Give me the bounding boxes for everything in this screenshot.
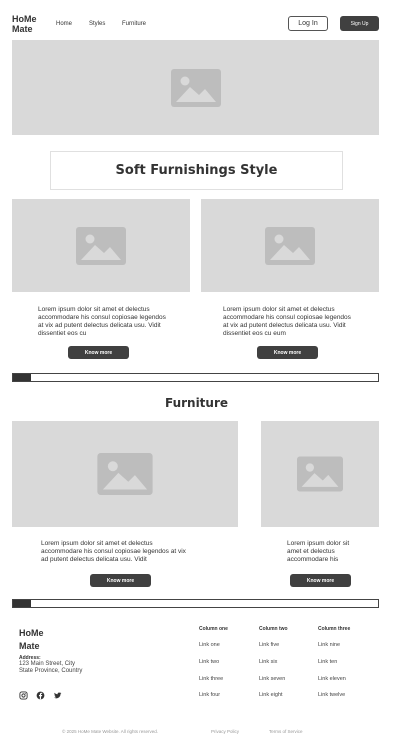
nav-home[interactable]: Home xyxy=(56,21,72,27)
furniture-card-2-image xyxy=(261,421,379,527)
login-button[interactable]: Log In xyxy=(288,16,328,31)
footer-link[interactable]: Link eleven xyxy=(318,676,346,682)
footer-link[interactable]: Link ten xyxy=(318,659,337,665)
footer-link[interactable]: Link twelve xyxy=(318,692,345,698)
furniture-card-2-know-more-button[interactable]: Know more xyxy=(290,574,351,587)
footer-logo-line-1: HoMe xyxy=(19,628,44,638)
footer-link[interactable]: Link eight xyxy=(259,692,283,698)
footer-link[interactable]: Link seven xyxy=(259,676,285,682)
soft-section-title: Soft Furnishings Style xyxy=(115,163,278,178)
image-placeholder-icon xyxy=(265,226,315,265)
soft-card-2-know-more-button[interactable]: Know more xyxy=(257,346,318,359)
scrollbar-thumb[interactable] xyxy=(13,600,31,607)
twitter-icon[interactable] xyxy=(53,691,62,700)
hero-image xyxy=(12,40,379,135)
terms-of-service-link[interactable]: Terms of Service xyxy=(269,729,303,734)
footer-logo-line-2: Mate xyxy=(19,641,40,651)
image-placeholder-icon xyxy=(97,453,153,495)
footer-link[interactable]: Link six xyxy=(259,659,277,665)
image-placeholder-icon xyxy=(76,226,126,265)
footer-address-line-2: State Province, Country xyxy=(19,668,83,674)
soft-card-1-image xyxy=(12,199,190,292)
furniture-card-1-image xyxy=(12,421,238,527)
furniture-card-1-text: Lorem ipsum dolor sit amet et delectus a… xyxy=(41,540,186,563)
furniture-section-title: Furniture xyxy=(164,396,229,410)
nav-styles[interactable]: Styles xyxy=(89,21,105,27)
footer-column-three-title: Column three xyxy=(318,626,351,632)
privacy-policy-link[interactable]: Privacy Policy xyxy=(211,729,239,734)
soft-card-2-text: Lorem ipsum dolor sit amet et delectus a… xyxy=(223,306,351,337)
footer-column-two-title: Column two xyxy=(259,626,288,632)
footer-column-one-title: Column one xyxy=(199,626,228,632)
soft-section-scrollbar[interactable] xyxy=(12,373,379,382)
soft-card-1-know-more-button[interactable]: Know more xyxy=(68,346,129,359)
footer-address-line-1: 123 Main Street, City xyxy=(19,661,76,667)
footer-logo[interactable]: HoMe Mate xyxy=(19,627,44,653)
signup-button[interactable]: Sign Up xyxy=(340,16,379,31)
footer-link[interactable]: Link three xyxy=(199,676,223,682)
instagram-icon[interactable] xyxy=(19,691,28,700)
logo[interactable]: HoMe Mate xyxy=(12,14,37,34)
soft-card-1-text: Lorem ipsum dolor sit amet et delectus a… xyxy=(38,306,166,337)
footer-link[interactable]: Link nine xyxy=(318,642,340,648)
furniture-card-1-know-more-button[interactable]: Know more xyxy=(90,574,151,587)
image-placeholder-icon xyxy=(170,68,221,107)
facebook-icon[interactable] xyxy=(36,691,45,700)
logo-line-1: HoMe xyxy=(12,14,37,24)
scrollbar-thumb[interactable] xyxy=(13,374,31,381)
footer-link[interactable]: Link five xyxy=(259,642,279,648)
copyright-text: © 2025 HoMe Mate Website. All rights res… xyxy=(62,729,159,734)
furniture-card-2-text: Lorem ipsum dolor sit amet et delectus a… xyxy=(287,540,350,563)
footer-link[interactable]: Link one xyxy=(199,642,220,648)
footer-link[interactable]: Link two xyxy=(199,659,219,665)
logo-line-2: Mate xyxy=(12,24,33,34)
soft-section-title-box: Soft Furnishings Style xyxy=(50,151,343,190)
footer-link[interactable]: Link four xyxy=(199,692,220,698)
soft-card-2-image xyxy=(201,199,379,292)
image-placeholder-icon xyxy=(297,456,343,492)
furniture-section-scrollbar[interactable] xyxy=(12,599,379,608)
nav-furniture[interactable]: Furniture xyxy=(122,21,146,27)
